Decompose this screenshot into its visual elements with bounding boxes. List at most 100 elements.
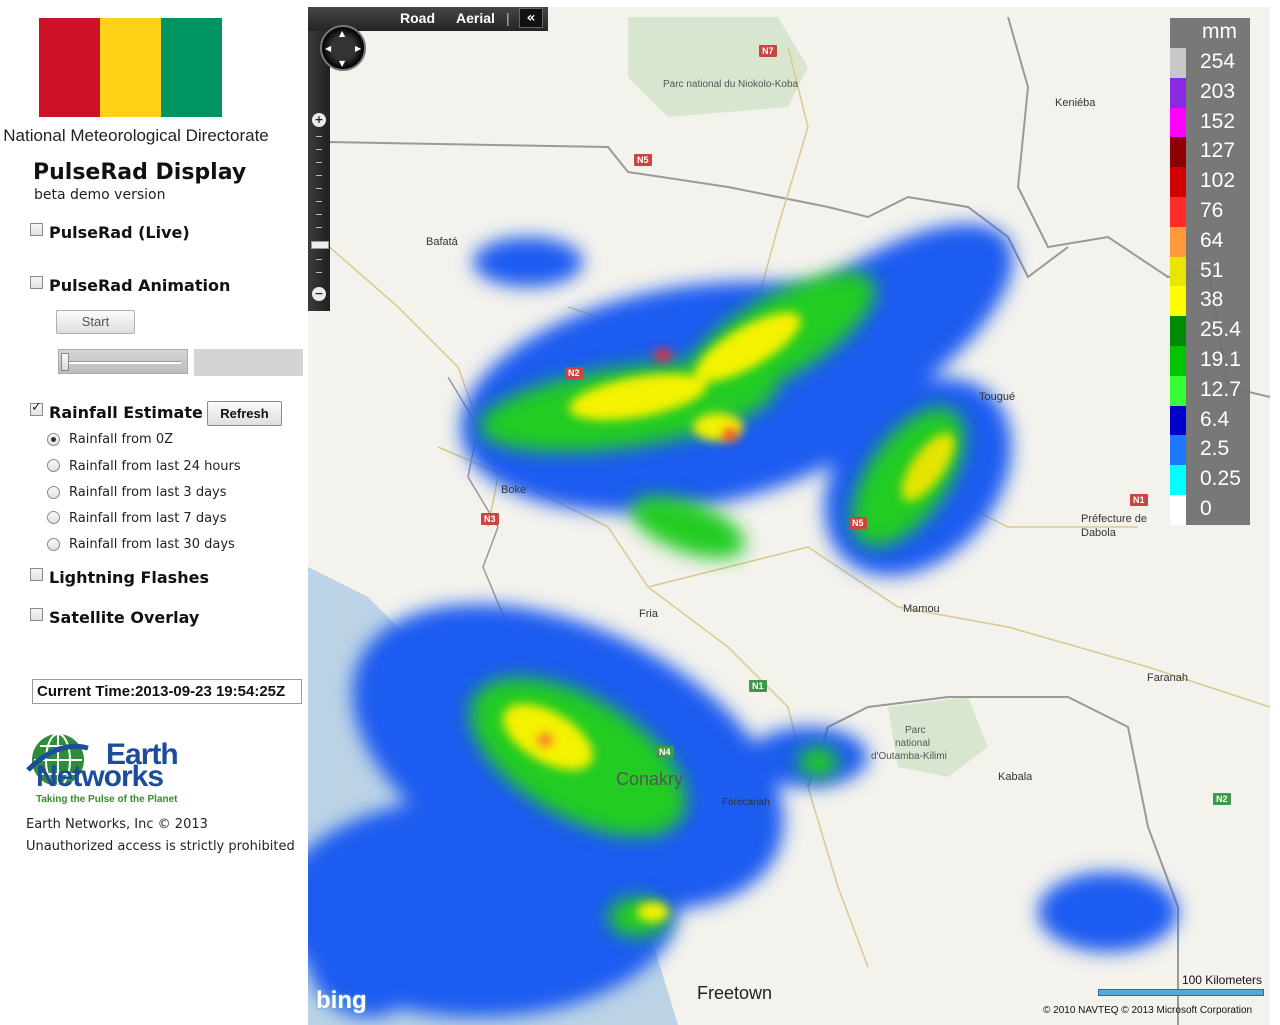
refresh-button[interactable]: Refresh <box>207 401 282 426</box>
legend-swatch <box>1170 167 1186 198</box>
zoom-tick <box>316 188 322 189</box>
copyright-text: Earth Networks, Inc © 2013 <box>26 817 208 832</box>
zoom-out-button[interactable]: − <box>312 287 326 301</box>
road-shield-n1-second: N1 <box>749 680 767 692</box>
legend-swatch <box>1170 435 1186 466</box>
bing-logo: bing <box>316 987 367 1014</box>
legend-swatch <box>1170 465 1186 496</box>
zoom-tick <box>316 259 322 260</box>
flag-stripe-yellow <box>100 18 161 117</box>
pulserad-animation-checkbox[interactable] <box>30 276 43 289</box>
scale-bar <box>1098 989 1264 996</box>
pan-up-icon[interactable]: ▲ <box>339 29 345 38</box>
legend-label: 254 <box>1200 50 1236 73</box>
legend-swatch <box>1170 77 1186 108</box>
animation-start-button[interactable]: Start <box>56 310 135 334</box>
toolbar-separator: | <box>506 10 510 26</box>
legend-swatch <box>1170 197 1186 227</box>
slider-thumb[interactable] <box>61 353 69 371</box>
zoom-tick <box>316 175 322 176</box>
organization-name: National Meteorological Directorate <box>3 126 269 145</box>
logo-text-networks: Networks <box>36 760 164 793</box>
legend-label: 6.4 <box>1200 407 1230 431</box>
radio-label-rainfall-24h: Rainfall from last 24 hours <box>69 459 241 474</box>
animation-slider[interactable] <box>58 349 188 374</box>
place-conakry: Conakry <box>616 769 684 789</box>
zoom-slider-handle[interactable] <box>311 241 329 249</box>
radio-rainfall-24h[interactable] <box>47 459 60 472</box>
satellite-label: Satellite Overlay <box>49 608 200 627</box>
zoom-tick <box>316 162 322 163</box>
pan-right-icon[interactable]: ▶ <box>355 44 361 53</box>
legend-swatch <box>1170 405 1186 436</box>
zoom-tick <box>316 136 322 137</box>
pulserad-live-checkbox[interactable] <box>30 223 43 236</box>
legend-label: 19.1 <box>1200 348 1241 371</box>
lightning-label: Lightning Flashes <box>49 568 209 587</box>
road-shield-n3: N3 <box>481 513 499 525</box>
legend-label: 38 <box>1200 288 1224 312</box>
app-subtitle: beta demo version <box>34 187 166 203</box>
legend-swatch <box>1170 226 1186 257</box>
legend-label: 2.5 <box>1200 437 1230 461</box>
pan-down-icon[interactable]: ▼ <box>339 59 345 68</box>
satellite-checkbox[interactable] <box>30 608 43 621</box>
place-niokolo-koba: Parc national du Niokolo-Koba <box>663 79 799 90</box>
legend-label: 25.4 <box>1200 318 1241 342</box>
place-prefecture: Préfecture de <box>1081 513 1148 525</box>
pan-left-icon[interactable]: ◀ <box>325 44 331 53</box>
legend-label: 12.7 <box>1200 377 1241 401</box>
radio-label-rainfall-30d: Rainfall from last 30 days <box>69 537 235 552</box>
rainfall-legend: mm 254 203 152 127 102 76 64 51 38 25.4 19.1 12.7 6.… <box>1170 18 1250 525</box>
place-dabola: Dabola <box>1081 527 1116 539</box>
place-kabala: Kabala <box>998 771 1033 783</box>
logo-tagline: Taking the Pulse of the Planet <box>36 794 178 805</box>
place-kenieba: Keniéba <box>1055 97 1096 109</box>
earth-networks-logo: Earth Networks Taking the Pulse of the P… <box>24 730 224 808</box>
road-shield-n5-second: N5 <box>849 517 867 529</box>
zoom-control[interactable]: + − <box>308 31 330 311</box>
flag-stripe-red <box>39 18 100 117</box>
collapse-toolbar-button[interactable]: « <box>519 8 543 28</box>
legend-swatch <box>1170 316 1186 347</box>
control-sidebar: National Meteorological Directorate Puls… <box>0 0 308 1025</box>
radio-rainfall-7d[interactable] <box>47 511 60 524</box>
legend-swatch <box>1170 107 1186 138</box>
pulserad-animation-label: PulseRad Animation <box>49 276 231 295</box>
place-fria: Fria <box>639 608 658 620</box>
radio-rainfall-30d[interactable] <box>47 538 60 551</box>
place-park-line1: Parc <box>905 725 926 736</box>
radio-rainfall-3d[interactable] <box>47 486 60 499</box>
radio-rainfall-0z[interactable] <box>47 433 60 446</box>
legend-label: 102 <box>1200 169 1236 193</box>
legend-label: 203 <box>1200 79 1236 103</box>
legend-label: 127 <box>1200 139 1236 163</box>
map-scale-bar: 100 Kilometers <box>1098 973 1270 996</box>
radio-label-rainfall-0z: Rainfall from 0Z <box>69 432 174 447</box>
legend-swatch <box>1170 495 1186 525</box>
road-shield-n4: N4 <box>656 746 674 758</box>
legend-label: 0.25 <box>1200 467 1241 491</box>
rainfall-estimate-checkbox[interactable] <box>30 400 43 416</box>
legend-swatch <box>1170 375 1186 406</box>
legend-swatch <box>1170 286 1186 317</box>
lightning-checkbox[interactable] <box>30 568 43 581</box>
legend-swatch <box>1170 48 1186 78</box>
road-shield-n7: N7 <box>759 45 777 57</box>
aerial-view-button[interactable]: Aerial <box>456 10 495 26</box>
pulserad-live-label: PulseRad (Live) <box>49 223 190 242</box>
zoom-in-button[interactable]: + <box>312 113 326 127</box>
pan-compass-control[interactable]: ▲ ▼ ◀ ▶ <box>320 25 366 71</box>
place-boke: Boke <box>501 484 527 496</box>
legend-label: 152 <box>1200 109 1236 133</box>
zoom-tick <box>316 227 322 228</box>
zoom-tick <box>316 201 322 202</box>
legend-swatch <box>1170 137 1186 168</box>
guinea-flag <box>39 18 222 117</box>
place-mamou: Mamou <box>903 603 940 615</box>
flag-stripe-green <box>161 18 222 117</box>
zoom-tick <box>316 149 322 150</box>
map-view[interactable]: Parc national du Niokolo-Koba Keniéba Ba… <box>308 7 1270 1025</box>
road-shield-n2: N2 <box>565 367 583 379</box>
road-view-button[interactable]: Road <box>400 10 435 26</box>
